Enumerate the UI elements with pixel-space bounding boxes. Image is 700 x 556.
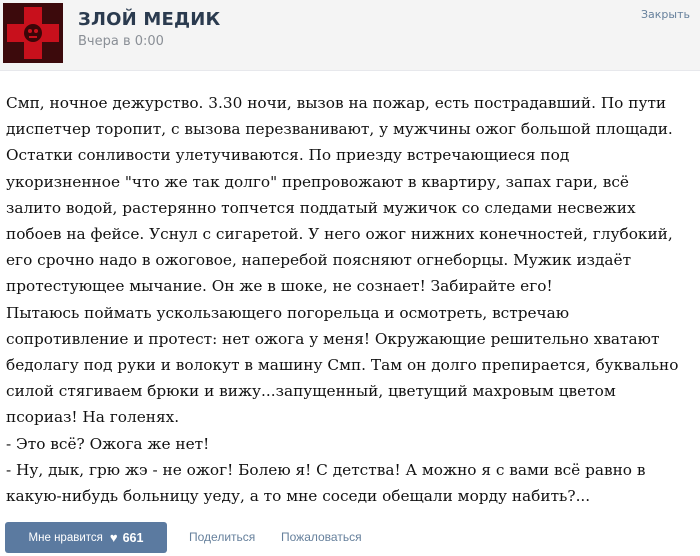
like-button[interactable]: Мне нравится ♥ 661 [5, 522, 167, 553]
post-text-line: сопротивление и протест: нет ожога у мен… [6, 329, 660, 348]
group-avatar[interactable] [3, 3, 63, 63]
share-button[interactable]: Поделиться [189, 530, 255, 544]
post-text-line: бедолагу под руки и волокут в машину Смп… [6, 356, 679, 375]
post-text-line: - Это всё? Ожога же нет! [6, 434, 210, 453]
post-header: ЗЛОЙ МЕДИК Вчера в 0:00 Закрыть [0, 0, 700, 71]
post-text-line: его срочно надо в ожоговое, наперебой по… [6, 251, 632, 270]
post-timestamp[interactable]: Вчера в 0:00 [78, 34, 164, 49]
post-text-line: диспетчер торопит, с вызова перезваниваю… [6, 120, 673, 139]
red-cross-icon [3, 3, 63, 63]
post-body: Смп, ночное дежурство. 3.30 ночи, вызов … [6, 90, 696, 509]
heart-icon: ♥ [109, 530, 118, 545]
post-text-line: Остатки сонливости улетучиваются. По при… [6, 146, 570, 165]
post-text-line: побоев на фейсе. Уснул с сигаретой. У не… [6, 225, 673, 244]
post-text-line: - Ну, дык, грю жэ - не ожог! Болею я! С … [6, 460, 646, 479]
post-text-line: Пытаюсь поймать ускользающего погорельца… [6, 303, 570, 322]
post-text-line: какую-нибудь больницу уеду, а то мне сос… [6, 487, 591, 506]
post-text-line: псориаз! На голенях. [6, 408, 180, 427]
post-text-line: Смп, ночное дежурство. 3.30 ночи, вызов … [6, 94, 667, 112]
report-button[interactable]: Пожаловаться [281, 530, 362, 544]
post-text-line: залито водой, растерянно топчется поддат… [6, 198, 636, 217]
post-text-line: укоризненное "что же так долго" препрово… [6, 172, 629, 191]
post-footer: Мне нравится ♥ 661 Поделиться Пожаловать… [0, 520, 700, 554]
post-text-line: силой стягиваем брюки и вижу...запущенны… [6, 382, 616, 401]
like-count: 661 [122, 530, 144, 545]
group-name-link[interactable]: ЗЛОЙ МЕДИК [78, 9, 220, 30]
close-button[interactable]: Закрыть [641, 8, 690, 21]
like-label: Мне нравится [28, 531, 103, 544]
post-text-line: протестующее мычание. Он же в шоке, не с… [6, 277, 553, 296]
